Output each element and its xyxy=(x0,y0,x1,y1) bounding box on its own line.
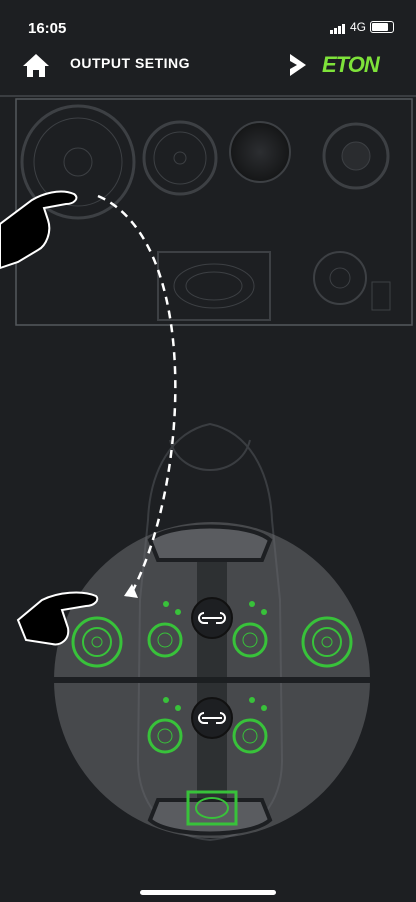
speaker-tweeter-grille[interactable] xyxy=(229,121,291,183)
output-stage xyxy=(0,98,413,842)
speaker-tweeter-dome[interactable] xyxy=(322,122,390,190)
hand-pointer-icon xyxy=(0,190,78,270)
link-rear-button[interactable] xyxy=(191,697,233,739)
speaker-subwoofer-box[interactable] xyxy=(157,251,271,321)
link-front-button[interactable] xyxy=(191,597,233,639)
home-indicator[interactable] xyxy=(140,890,276,895)
speaker-palette xyxy=(15,98,413,326)
speaker-midrange[interactable] xyxy=(142,120,218,196)
speaker-active-sub[interactable] xyxy=(313,251,391,311)
